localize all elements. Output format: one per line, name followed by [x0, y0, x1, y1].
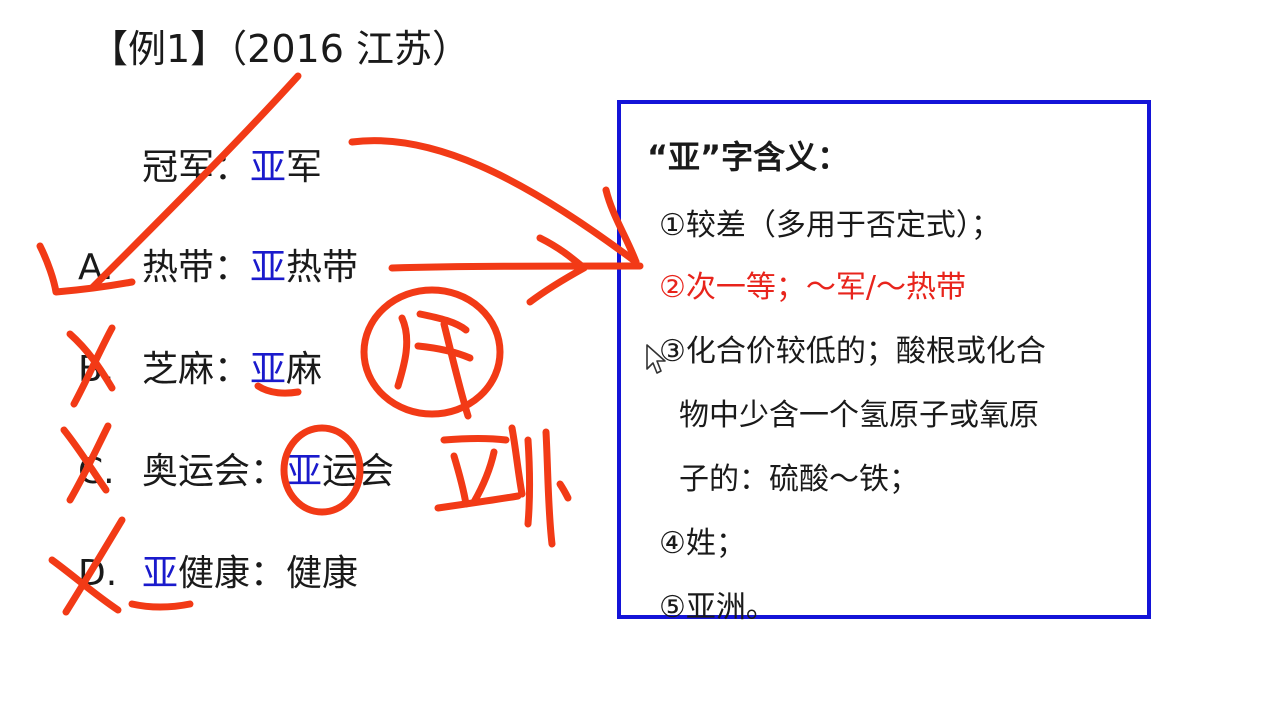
circle-mark	[360, 286, 504, 418]
handwriting-stroke	[470, 448, 498, 506]
question-stem: 冠军：亚军	[142, 138, 322, 190]
stem-before: 冠军：	[142, 147, 251, 188]
handwriting-stroke	[394, 314, 411, 390]
handwriting-stroke	[416, 310, 470, 334]
option-letter: A.	[78, 247, 114, 288]
option-highlight: 亚	[250, 349, 287, 390]
option-d: D. 亚健康：健康	[78, 544, 358, 596]
handwriting-stroke	[556, 480, 572, 502]
option-after: 健康：健康	[178, 553, 359, 594]
handwriting-stroke	[440, 435, 510, 444]
option-a: A. 热带：亚热带	[78, 238, 358, 290]
option-highlight: 亚	[250, 247, 287, 288]
option-before: 芝麻：	[142, 349, 251, 390]
option-after: 麻	[286, 349, 323, 390]
handwriting-stroke	[542, 428, 556, 548]
option-highlight: 亚	[142, 553, 179, 594]
option-before: 奥运会：	[142, 451, 287, 492]
mouse-cursor-icon	[646, 344, 666, 374]
handwriting-stroke	[434, 492, 522, 512]
underline-d	[128, 600, 194, 611]
connector-curve	[348, 137, 640, 266]
example-title: 【例1】（2016 江苏）	[90, 27, 470, 71]
connector-arrow	[388, 262, 644, 272]
meaning-item: ③化合价较低的；酸根或化合	[659, 334, 1046, 369]
handwriting-stroke	[524, 436, 533, 528]
handwriting-stroke	[450, 452, 470, 508]
option-highlight: 亚	[286, 451, 323, 492]
meaning-box-title: “亚”字含义：	[647, 138, 850, 176]
meaning-item-highlighted: ②次一等；～军/～热带	[659, 270, 967, 305]
meaning-item: ④姓；	[659, 526, 746, 561]
option-c: C. 奥运会：亚运会	[78, 442, 394, 494]
handwriting-stroke	[440, 320, 472, 420]
handwriting-stroke	[414, 342, 474, 362]
option-before: 热带：	[142, 247, 251, 288]
meaning-item: ⑤亚洲。	[659, 590, 776, 625]
option-after: 热带	[286, 247, 359, 288]
option-letter: D.	[78, 553, 118, 594]
meaning-item-continued: 子的：硫酸～铁；	[679, 462, 919, 497]
arrowhead	[526, 234, 588, 306]
meaning-item-continued: 物中少含一个氢原子或氧原	[679, 398, 1039, 433]
meaning-box: “亚”字含义： ①较差（多用于否定式）； ②次一等；～军/～热带 ③化合价较低的…	[617, 100, 1151, 625]
option-b: B. 芝麻：亚麻	[78, 340, 322, 392]
option-after: 运会	[322, 451, 395, 492]
stem-highlight: 亚	[250, 147, 287, 188]
meaning-item: ①较差（多用于否定式）；	[659, 208, 1001, 243]
option-letter: B.	[78, 349, 115, 390]
option-letter: C.	[78, 451, 115, 492]
handwriting-stroke	[508, 424, 526, 498]
stem-after: 军	[286, 147, 323, 188]
